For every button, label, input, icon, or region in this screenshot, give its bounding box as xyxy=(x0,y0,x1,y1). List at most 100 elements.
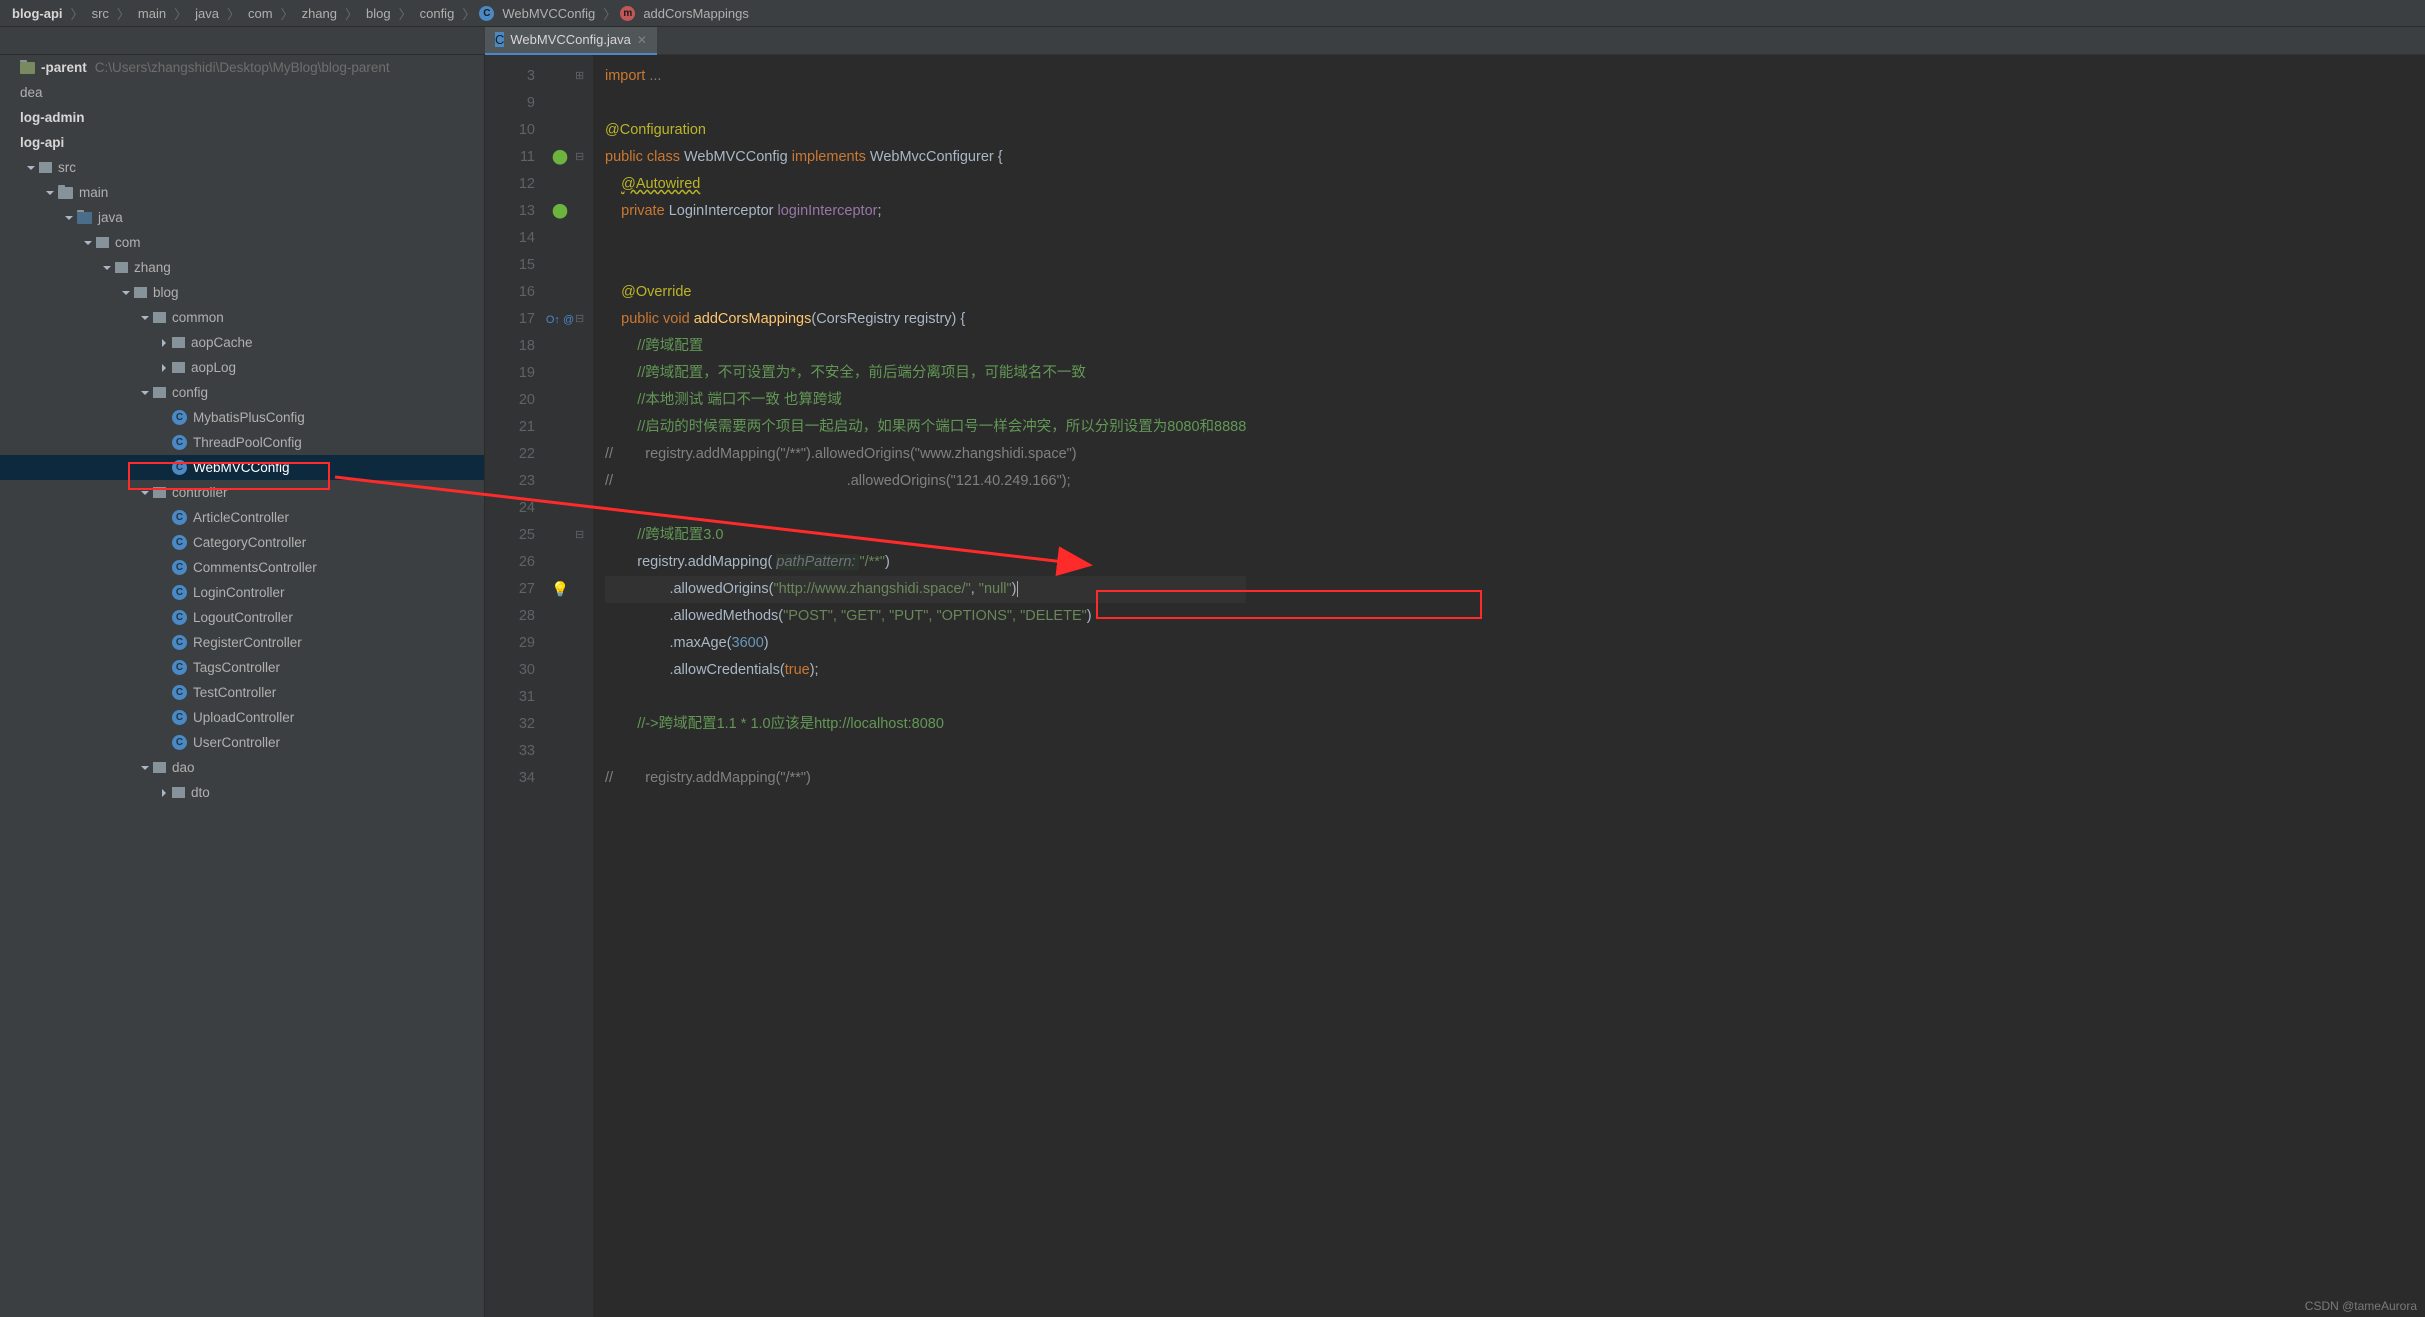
class-icon: C xyxy=(172,685,187,700)
crumb-blog-api[interactable]: blog-api xyxy=(8,6,67,21)
crumb-method[interactable]: addCorsMappings xyxy=(639,6,753,21)
tree-label: UserController xyxy=(193,735,280,750)
crumb-config[interactable]: config xyxy=(416,6,459,21)
tree-row-registercontroller[interactable]: CRegisterController xyxy=(0,630,484,655)
tree-row-threadpoolconfig[interactable]: CThreadPoolConfig xyxy=(0,430,484,455)
tree-row-com[interactable]: com xyxy=(0,230,484,255)
spring-bean-icon[interactable]: ⬤ xyxy=(552,149,568,165)
line-gutter: 3910111213141516171819202122232425262728… xyxy=(485,55,545,1317)
chevron-down-icon xyxy=(80,239,96,247)
tree-row-log-admin[interactable]: log-admin xyxy=(0,105,484,130)
tree-row-logincontroller[interactable]: CLoginController xyxy=(0,580,484,605)
tree-label: aopLog xyxy=(191,360,236,375)
override-icon[interactable]: O↑ @ xyxy=(546,314,574,326)
chevron-icon: 〉 xyxy=(458,4,479,23)
class-icon: C xyxy=(172,460,187,475)
class-icon: C xyxy=(495,32,504,47)
tree-label: dea xyxy=(20,85,43,100)
tree-row-blog[interactable]: blog xyxy=(0,280,484,305)
package-icon xyxy=(96,237,109,248)
breadcrumb-bar: blog-api 〉 src 〉 main 〉 java 〉 com 〉 zha… xyxy=(0,0,2425,27)
tree-label: ArticleController xyxy=(193,510,289,525)
tree-row-commentscontroller[interactable]: CCommentsController xyxy=(0,555,484,580)
fold-gutter: ⊞ ⊟ ⊟ ⊟ xyxy=(575,55,593,1317)
code-area[interactable]: import ... @Configurationpublic class We… xyxy=(593,55,1246,1317)
chevron-down-icon xyxy=(61,214,77,222)
class-icon: C xyxy=(172,635,187,650)
tree-row--parent[interactable]: -parent C:\Users\zhangshidi\Desktop\MyBlo… xyxy=(0,55,484,80)
chevron-right-icon xyxy=(156,339,172,347)
tree-row-main[interactable]: main xyxy=(0,180,484,205)
tree-label: TagsController xyxy=(193,660,280,675)
tree-label: UploadController xyxy=(193,710,294,725)
tree-row-articlecontroller[interactable]: CArticleController xyxy=(0,505,484,530)
crumb-src[interactable]: src xyxy=(88,6,113,21)
tab-webmvcconfig[interactable]: C WebMVCConfig.java ✕ xyxy=(485,27,657,55)
spring-bean-icon[interactable]: ⬤ xyxy=(552,203,568,219)
class-icon: C xyxy=(172,735,187,750)
watermark: CSDN @tameAurora xyxy=(2305,1299,2417,1313)
tree-label: java xyxy=(98,210,123,225)
crumb-main[interactable]: main xyxy=(134,6,170,21)
chevron-icon: 〉 xyxy=(170,4,191,23)
tree-row-uploadcontroller[interactable]: CUploadController xyxy=(0,705,484,730)
tree-label: -parent xyxy=(41,60,87,75)
tree-label: log-admin xyxy=(20,110,85,125)
crumb-zhang[interactable]: zhang xyxy=(298,6,341,21)
chevron-down-icon xyxy=(137,314,153,322)
package-icon xyxy=(153,312,166,323)
tree-row-dao[interactable]: dao xyxy=(0,755,484,780)
tree-row-aopcache[interactable]: aopCache xyxy=(0,330,484,355)
chevron-right-icon xyxy=(156,364,172,372)
chevron-down-icon xyxy=(118,289,134,297)
intention-bulb-icon[interactable]: 💡 xyxy=(551,582,569,598)
tree-row-controller[interactable]: controller xyxy=(0,480,484,505)
chevron-icon: 〉 xyxy=(341,4,362,23)
tree-row-dto[interactable]: dto xyxy=(0,780,484,805)
tree-label: main xyxy=(79,185,108,200)
crumb-java[interactable]: java xyxy=(191,6,223,21)
code-editor[interactable]: 3910111213141516171819202122232425262728… xyxy=(485,55,2425,1317)
icon-gutter: ⬤ ⬤ O↑ @ 💡 xyxy=(545,55,575,1317)
package-icon xyxy=(153,762,166,773)
tree-row-tagscontroller[interactable]: CTagsController xyxy=(0,655,484,680)
tree-label: common xyxy=(172,310,224,325)
tree-row-aoplog[interactable]: aopLog xyxy=(0,355,484,380)
tree-label: CategoryController xyxy=(193,535,306,550)
tree-row-config[interactable]: config xyxy=(0,380,484,405)
class-icon: C xyxy=(172,410,187,425)
class-icon: C xyxy=(479,6,494,21)
project-tree[interactable]: -parent C:\Users\zhangshidi\Desktop\MyBlo… xyxy=(0,55,485,1317)
tree-label: ThreadPoolConfig xyxy=(193,435,302,450)
tree-label: dto xyxy=(191,785,210,800)
tree-label: controller xyxy=(172,485,228,500)
chevron-right-icon xyxy=(156,789,172,797)
chevron-down-icon xyxy=(23,164,39,172)
tree-label: TestController xyxy=(193,685,276,700)
package-icon xyxy=(153,487,166,498)
tab-label: WebMVCConfig.java xyxy=(510,32,630,47)
tree-row-dea[interactable]: dea xyxy=(0,80,484,105)
tree-row-testcontroller[interactable]: C TestController xyxy=(0,680,484,705)
tree-label: MybatisPlusConfig xyxy=(193,410,305,425)
tree-row-logoutcontroller[interactable]: CLogoutController xyxy=(0,605,484,630)
tree-row-log-api[interactable]: log-api xyxy=(0,130,484,155)
tree-row-zhang[interactable]: zhang xyxy=(0,255,484,280)
tree-row-webmvcconfig[interactable]: CWebMVCConfig xyxy=(0,455,484,480)
tree-row-java[interactable]: java xyxy=(0,205,484,230)
chevron-down-icon xyxy=(137,764,153,772)
tree-row-categorycontroller[interactable]: CCategoryController xyxy=(0,530,484,555)
crumb-class[interactable]: WebMVCConfig xyxy=(498,6,599,21)
tree-row-mybatisplusconfig[interactable]: C MybatisPlusConfig xyxy=(0,405,484,430)
tree-row-usercontroller[interactable]: C UserController xyxy=(0,730,484,755)
crumb-blog[interactable]: blog xyxy=(362,6,395,21)
tree-row-src[interactable]: src xyxy=(0,155,484,180)
close-icon[interactable]: ✕ xyxy=(637,33,647,47)
package-icon xyxy=(134,287,147,298)
package-icon xyxy=(39,162,52,173)
tree-path: C:\Users\zhangshidi\Desktop\MyBlog\blog-… xyxy=(95,60,390,75)
chevron-down-icon xyxy=(137,389,153,397)
package-icon xyxy=(172,337,185,348)
tree-row-common[interactable]: common xyxy=(0,305,484,330)
crumb-com[interactable]: com xyxy=(244,6,277,21)
